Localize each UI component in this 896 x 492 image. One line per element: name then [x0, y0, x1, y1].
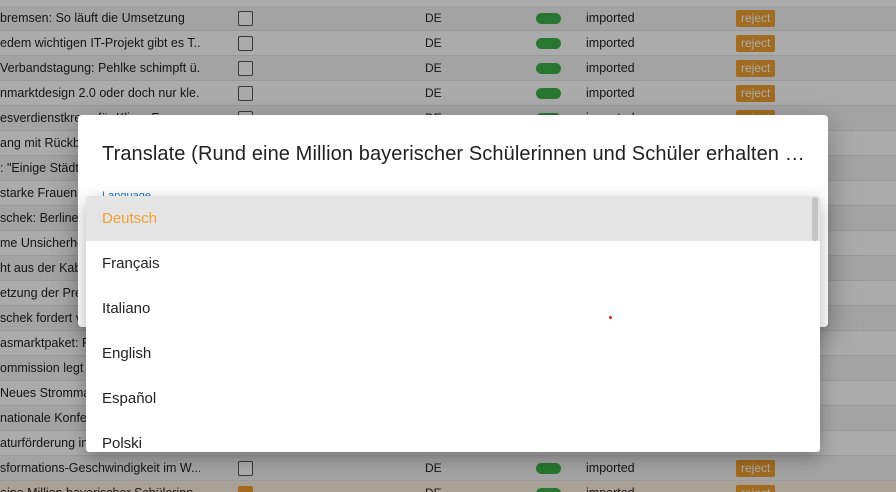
- language-option[interactable]: Italiano: [86, 286, 820, 331]
- language-option[interactable]: Français: [86, 241, 820, 286]
- language-option[interactable]: Español: [86, 376, 820, 421]
- language-dropdown-menu: Polski Español English Italiano Français Deut…: [86, 196, 820, 452]
- menu-scrollbar-thumb[interactable]: [812, 197, 818, 241]
- language-option[interactable]: Polski: [86, 421, 820, 452]
- dialog-title: Translate (Rund eine Million bayerischer…: [102, 143, 812, 165]
- language-option[interactable]: Deutsch: [86, 196, 820, 241]
- menu-scrollbar[interactable]: [810, 196, 820, 452]
- language-option[interactable]: English: [86, 331, 820, 376]
- mouse-cursor-dot: [609, 316, 612, 319]
